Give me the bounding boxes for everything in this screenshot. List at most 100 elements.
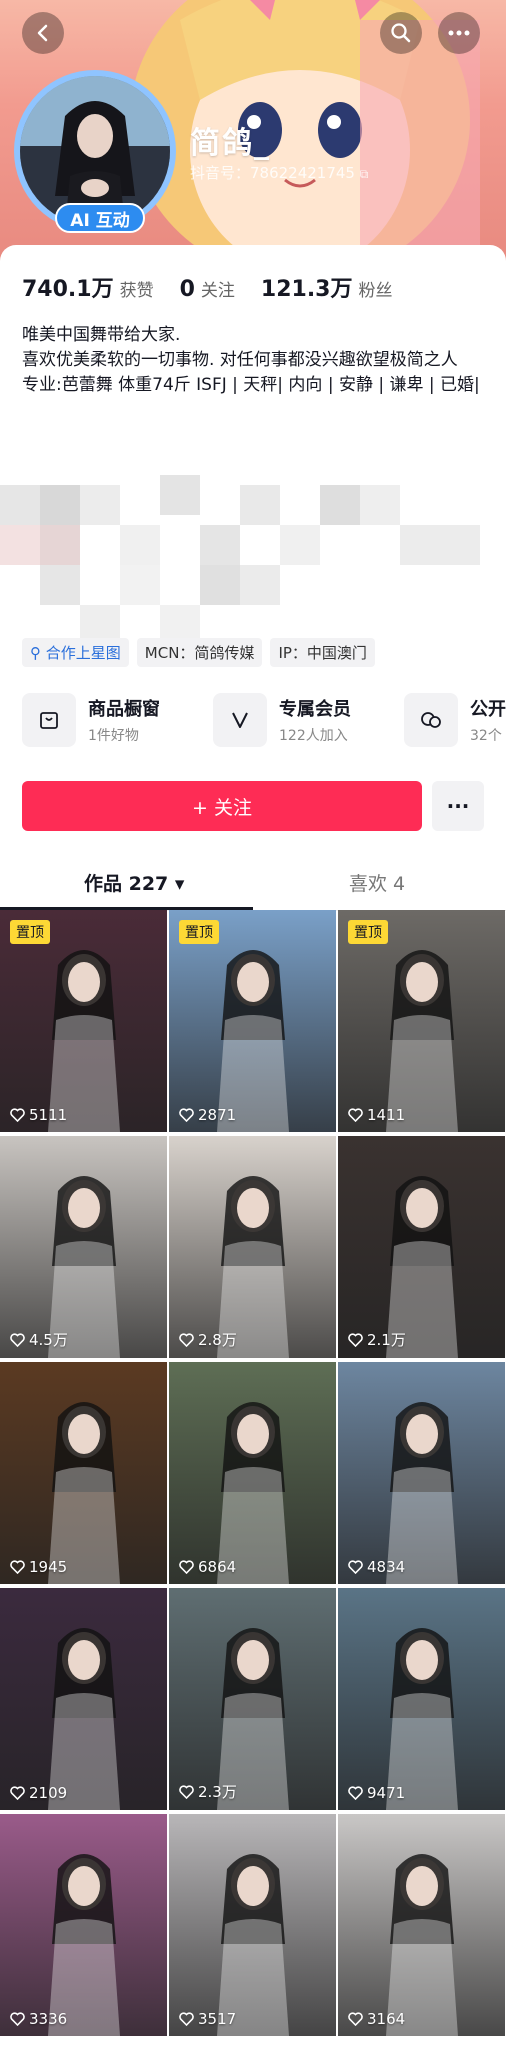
- heart-icon: [10, 1560, 25, 1574]
- video-likes: 4.5万: [10, 1329, 68, 1350]
- video-thumbnail[interactable]: 2.1万: [338, 1136, 505, 1358]
- video-thumbnail-image: [386, 1854, 458, 2036]
- heart-icon: [348, 1332, 363, 1347]
- tab-liked[interactable]: 喜欢 4: [349, 869, 405, 896]
- stat-likes-label: 获赞: [119, 281, 154, 301]
- heart-icon: [348, 2012, 363, 2026]
- video-likes-count: 2871: [198, 1106, 237, 1124]
- back-button[interactable]: [22, 12, 64, 54]
- copy-icon[interactable]: ⧉: [360, 167, 369, 181]
- bag-icon: [22, 693, 76, 747]
- feature-public-group[interactable]: 公开 32个: [404, 693, 506, 747]
- video-thumbnail-image: [217, 1176, 289, 1358]
- video-thumbnail[interactable]: 置顶 2871: [169, 910, 336, 1132]
- stat-likes-value: 740.1万: [22, 277, 114, 302]
- search-button[interactable]: [380, 12, 422, 54]
- user-id-text: 抖音号：78622421745: [190, 164, 355, 182]
- video-likes: 2.8万: [179, 1329, 237, 1350]
- video-likes: 1945: [10, 1558, 67, 1576]
- pinned-badge: 置顶: [10, 920, 50, 944]
- tag-mcn[interactable]: MCN：简鸽传媒: [136, 638, 263, 667]
- video-thumbnail-image: [217, 1628, 289, 1810]
- video-thumbnail-image: [48, 1176, 120, 1358]
- v-icon: [213, 693, 267, 747]
- video-likes-count: 3164: [367, 2010, 406, 2028]
- tab-works[interactable]: 作品 227 ▾: [84, 869, 184, 896]
- video-thumbnail[interactable]: 2.3万: [169, 1588, 336, 1810]
- video-thumbnail[interactable]: 2109: [0, 1588, 167, 1810]
- pinned-badge: 置顶: [348, 920, 388, 944]
- blurred-content: [0, 475, 506, 645]
- user-id[interactable]: 抖音号：78622421745 ⧉: [190, 162, 368, 183]
- video-likes-count: 2109: [29, 1784, 68, 1802]
- chat-icon: [404, 693, 458, 747]
- feature-shop-window-sub: 1件好物: [88, 728, 139, 744]
- video-likes-count: 4.5万: [29, 1331, 68, 1349]
- heart-icon: [179, 2012, 194, 2026]
- stat-likes[interactable]: 740.1万 获赞: [22, 271, 154, 303]
- feature-membership[interactable]: 专属会员 122人加入: [213, 693, 351, 747]
- video-thumbnail-image: [48, 1628, 120, 1810]
- video-thumbnail[interactable]: 4.5万: [0, 1136, 167, 1358]
- tag-ip: IP：中国澳门: [270, 638, 375, 667]
- heart-icon: [10, 2012, 25, 2026]
- star-chart-icon: ⚲: [30, 644, 41, 662]
- video-likes: 4834: [348, 1558, 405, 1576]
- video-likes-count: 1945: [29, 1558, 68, 1576]
- heart-icon: [348, 1108, 363, 1122]
- bio-line-1: 唯美中国舞带给大家.: [22, 325, 181, 345]
- feature-membership-title: 专属会员: [279, 699, 351, 720]
- video-likes-count: 4834: [367, 1558, 406, 1576]
- video-likes: 2871: [179, 1106, 236, 1124]
- video-likes: 2.3万: [179, 1781, 237, 1802]
- follow-button[interactable]: + 关注: [22, 781, 422, 831]
- tag-xingtu-label: 合作上星图: [45, 644, 121, 662]
- feature-shop-window-title: 商品橱窗: [88, 699, 160, 720]
- stat-following[interactable]: 0 关注: [180, 276, 235, 302]
- more-options-button[interactable]: [438, 12, 480, 54]
- video-thumbnail[interactable]: 4834: [338, 1362, 505, 1584]
- video-thumbnail[interactable]: 置顶 5111: [0, 910, 167, 1132]
- feature-membership-sub: 122人加入: [279, 728, 348, 744]
- video-thumbnail[interactable]: 9471: [338, 1588, 505, 1810]
- video-thumbnail[interactable]: 3336: [0, 1814, 167, 2036]
- video-likes-count: 2.3万: [198, 1783, 237, 1801]
- video-likes-count: 2.8万: [198, 1331, 237, 1349]
- stat-followers-label: 粉丝: [358, 281, 393, 301]
- more-actions-button[interactable]: ···: [432, 781, 484, 831]
- video-likes-count: 6864: [198, 1558, 237, 1576]
- video-likes: 2.1万: [348, 1329, 406, 1350]
- video-likes-count: 2.1万: [367, 1331, 406, 1349]
- video-likes: 1411: [348, 1106, 405, 1124]
- video-likes: 3517: [179, 2010, 236, 2028]
- video-likes: 5111: [10, 1106, 67, 1124]
- ai-interaction-badge[interactable]: AI 互动: [55, 203, 145, 233]
- heart-icon: [10, 1786, 25, 1800]
- nickname: 简鸽_: [190, 126, 271, 161]
- video-likes: 9471: [348, 1784, 405, 1802]
- video-likes: 6864: [179, 1558, 236, 1576]
- feature-public-group-title: 公开: [470, 699, 506, 720]
- heart-icon: [10, 1108, 25, 1122]
- video-likes-count: 3336: [29, 2010, 68, 2028]
- profile-header: AI 互动 简鸽_ 抖音号：78622421745 ⧉: [0, 0, 506, 262]
- features-row: 商品橱窗 1件好物 专属会员 122人加入 公开 32个: [22, 693, 506, 753]
- video-thumbnail[interactable]: 6864: [169, 1362, 336, 1584]
- video-thumbnail[interactable]: 3517: [169, 1814, 336, 2036]
- tags-row: ⚲ 合作上星图 MCN：简鸽传媒 IP：中国澳门: [22, 638, 375, 667]
- video-thumbnail[interactable]: 3164: [338, 1814, 505, 2036]
- feature-shop-window[interactable]: 商品橱窗 1件好物: [22, 693, 160, 747]
- video-likes: 3164: [348, 2010, 405, 2028]
- video-likes-count: 5111: [29, 1106, 68, 1124]
- feature-public-group-sub: 32个: [470, 728, 502, 744]
- video-likes-count: 1411: [367, 1106, 406, 1124]
- tag-xingtu[interactable]: ⚲ 合作上星图: [22, 638, 129, 667]
- stat-followers[interactable]: 121.3万 粉丝: [261, 271, 393, 303]
- video-thumbnail[interactable]: 2.8万: [169, 1136, 336, 1358]
- bio-line-2: 喜欢优美柔软的一切事物. 对任何事都没兴趣欲望极简之人: [22, 350, 458, 370]
- stat-followers-value: 121.3万: [260, 277, 353, 302]
- heart-icon: [348, 1560, 363, 1574]
- video-thumbnail-image: [386, 1176, 458, 1358]
- video-thumbnail[interactable]: 1945: [0, 1362, 167, 1584]
- video-thumbnail[interactable]: 置顶 1411: [338, 910, 505, 1132]
